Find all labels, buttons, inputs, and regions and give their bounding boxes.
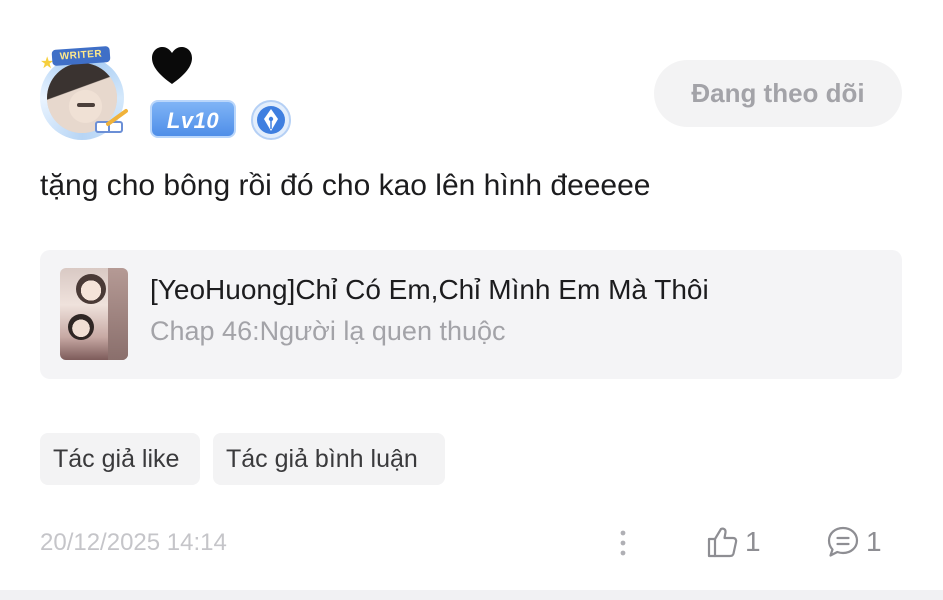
story-card[interactable]: [YeoHuong]Chỉ Có Em,Chỉ Mình Em Mà Thôi … bbox=[40, 250, 902, 379]
thumbs-up-icon bbox=[707, 527, 738, 558]
fountain-pen-icon bbox=[251, 100, 291, 140]
comment-timestamp: 20/12/2025 14:14 bbox=[40, 529, 227, 556]
book-pen-icon bbox=[95, 109, 128, 133]
cover-art bbox=[76, 274, 106, 304]
reply-button[interactable]: 1 bbox=[826, 521, 892, 563]
cover-art bbox=[108, 268, 128, 360]
user-avatar[interactable]: ★ WRITER bbox=[34, 45, 130, 142]
vertical-dots-icon[interactable] bbox=[610, 526, 636, 560]
author-like-tag: Tác giả like bbox=[40, 433, 200, 485]
level-badge: Lv10 bbox=[150, 100, 236, 138]
avatar-eye bbox=[77, 103, 95, 107]
cover-art bbox=[68, 314, 94, 340]
chat-bubble-icon bbox=[827, 526, 859, 557]
comment-text: tặng cho bông rồi đó cho kao lên hình đe… bbox=[40, 169, 651, 202]
story-chapter: Chap 46:Người lạ quen thuộc bbox=[150, 316, 506, 346]
author-comment-tag: Tác giả bình luận bbox=[213, 433, 445, 485]
reply-count: 1 bbox=[866, 526, 882, 557]
like-count: 1 bbox=[745, 526, 761, 557]
story-title: [YeoHuong]Chỉ Có Em,Chỉ Mình Em Mà Thôi bbox=[150, 274, 709, 305]
section-divider bbox=[0, 590, 943, 600]
black-heart-icon bbox=[152, 47, 192, 84]
following-button[interactable]: Đang theo dõi bbox=[654, 60, 902, 127]
like-button[interactable]: 1 bbox=[705, 521, 771, 563]
comment-item: ★ WRITER Lv10 Đang theo dõi tặng cho bôn… bbox=[0, 0, 943, 600]
story-cover bbox=[60, 268, 128, 360]
